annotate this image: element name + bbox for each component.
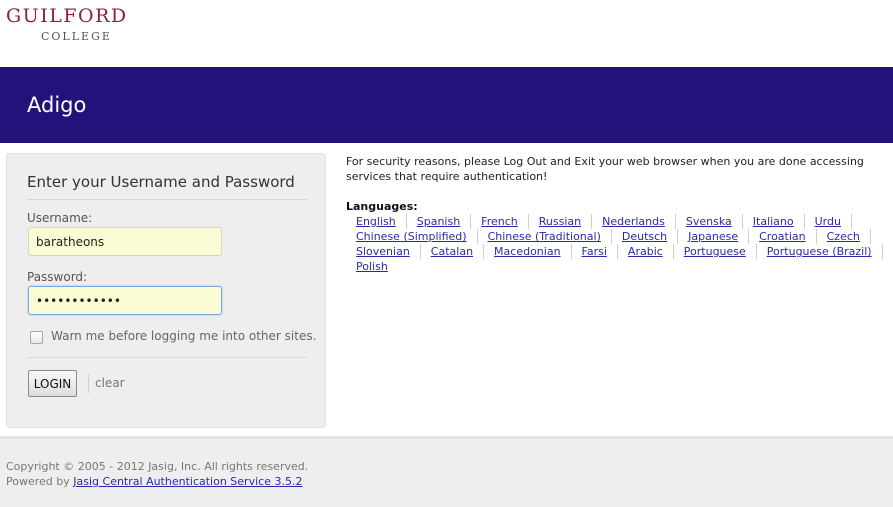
language-item: English [346, 214, 407, 229]
language-link-deutsch[interactable]: Deutsch [622, 230, 667, 243]
language-item: Deutsch [612, 229, 679, 244]
language-link-slovenian[interactable]: Slovenian [356, 245, 410, 258]
language-link-croatian[interactable]: Croatian [759, 230, 806, 243]
password-label: Password: [27, 270, 88, 284]
language-item: Macedonian [484, 244, 572, 259]
language-item: Farsi [572, 244, 618, 259]
language-item: Italiano [743, 214, 805, 229]
language-link-chinese-traditional[interactable]: Chinese (Traditional) [488, 230, 601, 243]
language-link-english[interactable]: English [356, 215, 396, 228]
language-link-spanish[interactable]: Spanish [417, 215, 460, 228]
language-link-polish[interactable]: Polish [356, 260, 388, 273]
language-item: Croatian [749, 229, 817, 244]
language-item: Polish [346, 259, 398, 274]
language-item: Czech [817, 229, 871, 244]
language-item: Chinese (Traditional) [478, 229, 612, 244]
language-link-japanese[interactable]: Japanese [688, 230, 738, 243]
language-item: Nederlands [592, 214, 676, 229]
language-link-nederlands[interactable]: Nederlands [602, 215, 665, 228]
button-separator [88, 374, 89, 393]
language-link-svenska[interactable]: Svenska [686, 215, 732, 228]
language-link-macedonian[interactable]: Macedonian [494, 245, 561, 258]
language-item: French [471, 214, 529, 229]
powered-by-prefix: Powered by [6, 475, 74, 488]
language-item: Urdu [805, 214, 852, 229]
language-link-chinese-simplified[interactable]: Chinese (Simplified) [356, 230, 467, 243]
language-item: Catalan [421, 244, 485, 259]
warn-checkbox[interactable] [30, 331, 43, 344]
username-input[interactable] [28, 227, 222, 256]
language-link-italiano[interactable]: Italiano [753, 215, 794, 228]
language-item: Japanese [678, 229, 750, 244]
language-link-czech[interactable]: Czech [827, 230, 860, 243]
language-link-portuguese[interactable]: Portuguese [684, 245, 746, 258]
language-link-french[interactable]: French [481, 215, 518, 228]
login-button[interactable]: LOGIN [28, 370, 77, 397]
languages-title: Languages: [346, 200, 418, 213]
languages-list: English Spanish French Russian Nederland… [346, 214, 893, 274]
header-band: Adigo [0, 67, 893, 143]
cas-link[interactable]: Jasig Central Authentication Service 3.5… [73, 475, 302, 488]
language-link-farsi[interactable]: Farsi [582, 245, 607, 258]
language-item: Spanish [407, 214, 472, 229]
top-bar: GUILFORD COLLEGE [0, 0, 893, 67]
warn-checkbox-label[interactable]: Warn me before logging me into other sit… [51, 329, 316, 343]
logo-sub-text: COLLEGE [41, 30, 112, 43]
username-label: Username: [27, 211, 93, 225]
language-link-russian[interactable]: Russian [539, 215, 581, 228]
login-heading: Enter your Username and Password [27, 173, 295, 191]
footer: Copyright © 2005 - 2012 Jasig, Inc. All … [0, 436, 893, 507]
clear-link[interactable]: clear [95, 376, 125, 390]
language-item: Portuguese [674, 244, 757, 259]
security-message: For security reasons, please Log Out and… [346, 155, 864, 183]
language-link-arabic[interactable]: Arabic [628, 245, 663, 258]
language-item: Portuguese (Brazil) [757, 244, 883, 259]
language-link-portuguese-brazil[interactable]: Portuguese (Brazil) [767, 245, 872, 258]
language-item: Russian [529, 214, 593, 229]
language-link-catalan[interactable]: Catalan [431, 245, 473, 258]
language-item: Svenska [676, 214, 743, 229]
language-link-urdu[interactable]: Urdu [815, 215, 841, 228]
password-input[interactable] [28, 286, 222, 315]
page-title: Adigo [27, 93, 87, 117]
language-item: Slovenian [346, 244, 421, 259]
divider [27, 199, 307, 200]
divider [27, 357, 307, 358]
login-panel: Enter your Username and Password Usernam… [6, 153, 326, 428]
copyright-text: Copyright © 2005 - 2012 Jasig, Inc. All … [6, 460, 309, 473]
guilford-college-logo[interactable]: GUILFORD COLLEGE [6, 6, 156, 43]
language-item: Chinese (Simplified) [346, 229, 478, 244]
powered-by: Powered by Jasig Central Authentication … [6, 475, 302, 488]
language-item: Arabic [618, 244, 674, 259]
logo-main-text: GUILFORD [6, 5, 128, 27]
